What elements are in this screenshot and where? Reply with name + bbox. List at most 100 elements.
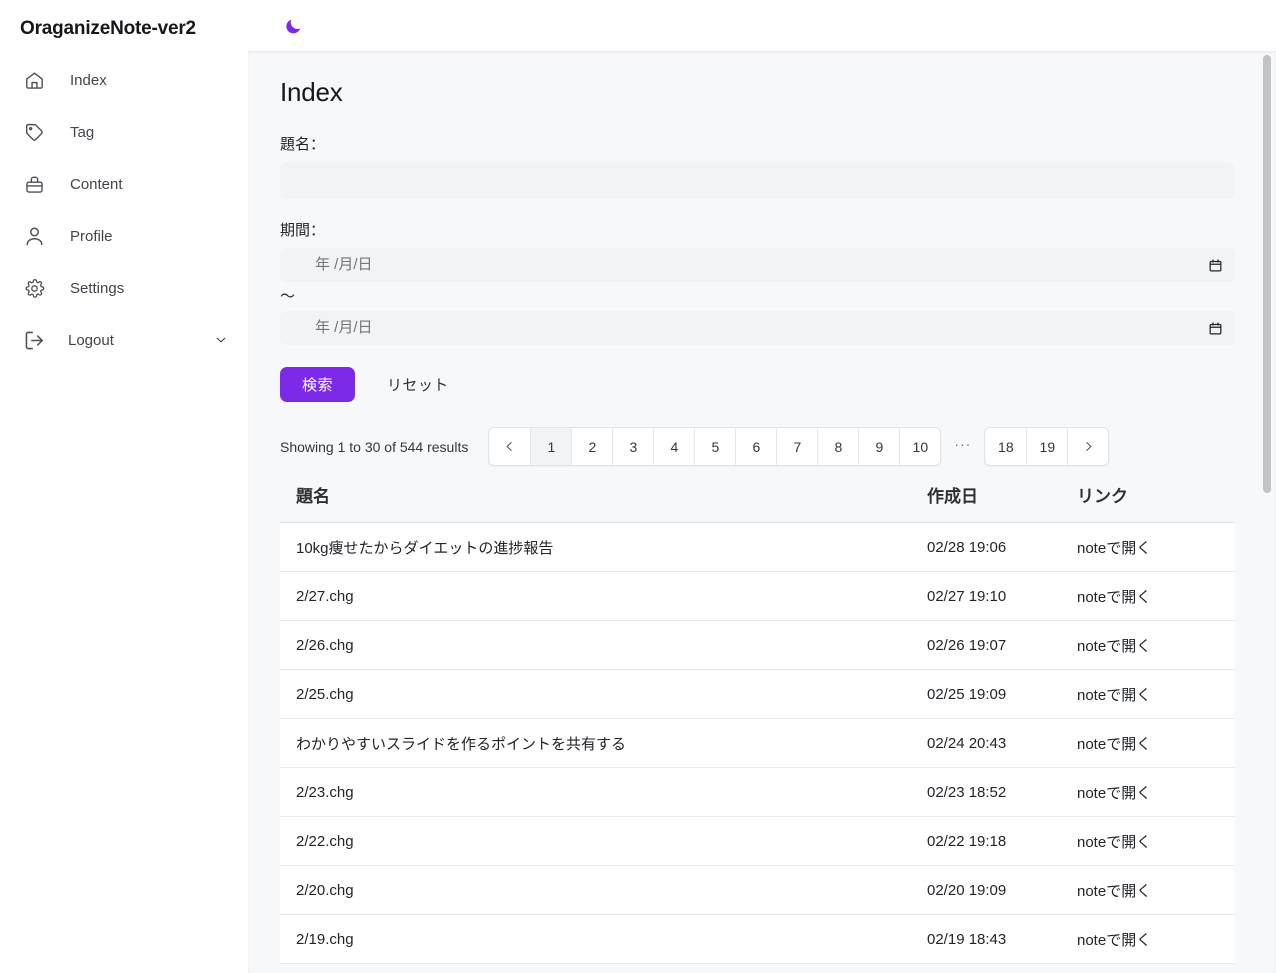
cell-link-open-in-note[interactable]: noteで開く: [1077, 914, 1235, 964]
title-search-input[interactable]: [280, 162, 1235, 199]
cell-title: 2/20.chg: [280, 865, 927, 915]
date-from-input[interactable]: [280, 248, 1235, 282]
sidebar-item-settings[interactable]: Settings: [0, 262, 248, 314]
pagination-group-left: 1 2 3 4 5 6 7 8 9 10: [488, 427, 942, 466]
briefcase-icon: [22, 172, 46, 196]
cell-title: 2/23.chg: [280, 767, 927, 817]
pagination-group-right: 18 19: [984, 427, 1110, 466]
page-button-2[interactable]: 2: [571, 428, 613, 465]
home-icon: [22, 68, 46, 92]
app-root: OraganizeNote-ver2 Index Tag Content Pro…: [0, 0, 1276, 973]
search-button[interactable]: 検索: [280, 367, 356, 402]
page-button-10[interactable]: 10: [899, 428, 941, 465]
cell-link-open-in-note[interactable]: noteで開く: [1077, 816, 1235, 866]
sidebar-item-profile[interactable]: Profile: [0, 210, 248, 262]
cell-title: 2/27.chg: [280, 571, 927, 621]
cell-date: 02/26 19:07: [927, 620, 1077, 670]
page-button-9[interactable]: 9: [858, 428, 900, 465]
tag-icon: [22, 120, 46, 144]
title-field-label: 題名：: [280, 136, 326, 153]
table-row[interactable]: 2/23.chg 02/23 18:52 noteで開く: [280, 767, 1235, 817]
table-row[interactable]: 2/22.chg 02/22 19:18 noteで開く: [280, 816, 1235, 866]
cell-link-open-in-note[interactable]: noteで開く: [1077, 669, 1235, 719]
sidebar-item-content[interactable]: Content: [0, 158, 248, 210]
chevron-right-icon[interactable]: [1067, 428, 1109, 465]
cell-date: 02/28 19:06: [927, 522, 1077, 572]
scrollbar-thumb[interactable]: [1263, 55, 1271, 493]
sidebar-item-label: Logout: [68, 331, 114, 349]
sidebar-item-label: Tag: [70, 123, 95, 141]
table-head: 題名 作成日 リンク: [280, 486, 1235, 523]
cell-link-open-in-note[interactable]: noteで開く: [1077, 620, 1235, 670]
moon-icon[interactable]: [280, 14, 306, 40]
page-content: Index 題名： 期間： ～: [248, 51, 1270, 964]
results-table: 題名 作成日 リンク 10kg痩せたからダイエットの進捗報告 02/28 19:…: [280, 486, 1235, 964]
table-row[interactable]: 2/27.chg 02/27 19:10 noteで開く: [280, 571, 1235, 621]
page-title: Index: [280, 77, 343, 107]
date-range-separator: ～: [280, 288, 296, 305]
cell-link-open-in-note[interactable]: noteで開く: [1077, 865, 1235, 915]
gear-icon: [22, 276, 46, 300]
cell-date: 02/27 19:10: [927, 571, 1077, 621]
page-button-7[interactable]: 7: [776, 428, 818, 465]
chevron-left-icon[interactable]: [489, 428, 531, 465]
page-button-19[interactable]: 19: [1026, 428, 1068, 465]
page-button-8[interactable]: 8: [817, 428, 859, 465]
sidebar-item-label: Settings: [70, 279, 125, 297]
sidebar-item-index[interactable]: Index: [0, 54, 248, 106]
logout-icon: [22, 328, 46, 352]
table-row[interactable]: 10kg痩せたからダイエットの進捗報告 02/28 19:06 noteで開く: [280, 522, 1235, 572]
table-body: 10kg痩せたからダイエットの進捗報告 02/28 19:06 noteで開く …: [280, 522, 1235, 964]
page-button-1[interactable]: 1: [530, 428, 572, 465]
cell-date: 02/22 19:18: [927, 816, 1077, 866]
page-button-18[interactable]: 18: [985, 428, 1027, 465]
column-header-link: リンク: [1077, 486, 1235, 523]
cell-title: 2/25.chg: [280, 669, 927, 719]
pagination-ellipsis: ···: [954, 436, 972, 452]
page-button-5[interactable]: 5: [694, 428, 736, 465]
user-icon: [21, 224, 47, 248]
pagination: 1 2 3 4 5 6 7 8 9 10 ··· 18 19: [488, 427, 1110, 466]
cell-date: 02/25 19:09: [927, 669, 1077, 719]
cell-link-open-in-note[interactable]: noteで開く: [1077, 767, 1235, 817]
page-button-6[interactable]: 6: [735, 428, 777, 465]
period-field-label: 期間：: [280, 222, 326, 239]
table-row[interactable]: わかりやすいスライドを作るポイントを共有する 02/24 20:43 noteで…: [280, 718, 1235, 768]
table-row[interactable]: 2/25.chg 02/25 19:09 noteで開く: [280, 669, 1235, 719]
table-row[interactable]: 2/26.chg 02/26 19:07 noteで開く: [280, 620, 1235, 670]
page-button-3[interactable]: 3: [612, 428, 654, 465]
date-from-row: [280, 248, 1235, 282]
date-to-row: [280, 311, 1235, 345]
cell-title: 10kg痩せたからダイエットの進捗報告: [280, 522, 927, 572]
cell-date: 02/24 20:43: [927, 718, 1077, 768]
page-button-4[interactable]: 4: [653, 428, 695, 465]
content-scroll-area: Index 題名： 期間： ～: [248, 51, 1276, 973]
sidebar-item-tag[interactable]: Tag: [0, 106, 248, 158]
cell-link-open-in-note[interactable]: noteで開く: [1077, 718, 1235, 768]
cell-link-open-in-note[interactable]: noteで開く: [1077, 522, 1235, 572]
pagination-row: Showing 1 to 30 of 544 results 1 2 3 4 5…: [280, 427, 1232, 466]
app-brand-title: OraganizeNote-ver2: [20, 18, 196, 39]
cell-title: 2/19.chg: [280, 914, 927, 964]
cell-title: 2/26.chg: [280, 620, 927, 670]
reset-button[interactable]: リセット: [381, 374, 455, 395]
table-row[interactable]: 2/19.chg 02/19 18:43 noteで開く: [280, 914, 1235, 964]
vertical-scrollbar[interactable]: [1263, 55, 1271, 967]
form-actions: 検索 リセット: [280, 367, 1232, 402]
table-header-row: 題名 作成日 リンク: [280, 486, 1235, 523]
chevron-down-icon[interactable]: [214, 333, 228, 347]
topbar: [248, 0, 1276, 51]
sidebar-nav: Index Tag Content Profile Settings Logou…: [0, 54, 248, 366]
table-row[interactable]: 2/20.chg 02/20 19:09 noteで開く: [280, 865, 1235, 915]
sidebar-item-logout[interactable]: Logout: [0, 314, 248, 366]
cell-link-open-in-note[interactable]: noteで開く: [1077, 571, 1235, 621]
column-header-date: 作成日: [927, 486, 1077, 523]
sidebar-item-label: Index: [70, 71, 107, 89]
cell-title: 2/22.chg: [280, 816, 927, 866]
cell-date: 02/23 18:52: [927, 767, 1077, 817]
date-to-input[interactable]: [280, 311, 1235, 345]
cell-title: わかりやすいスライドを作るポイントを共有する: [280, 718, 927, 768]
results-summary: Showing 1 to 30 of 544 results: [280, 438, 469, 455]
cell-date: 02/20 19:09: [927, 865, 1077, 915]
cell-date: 02/19 18:43: [927, 914, 1077, 964]
